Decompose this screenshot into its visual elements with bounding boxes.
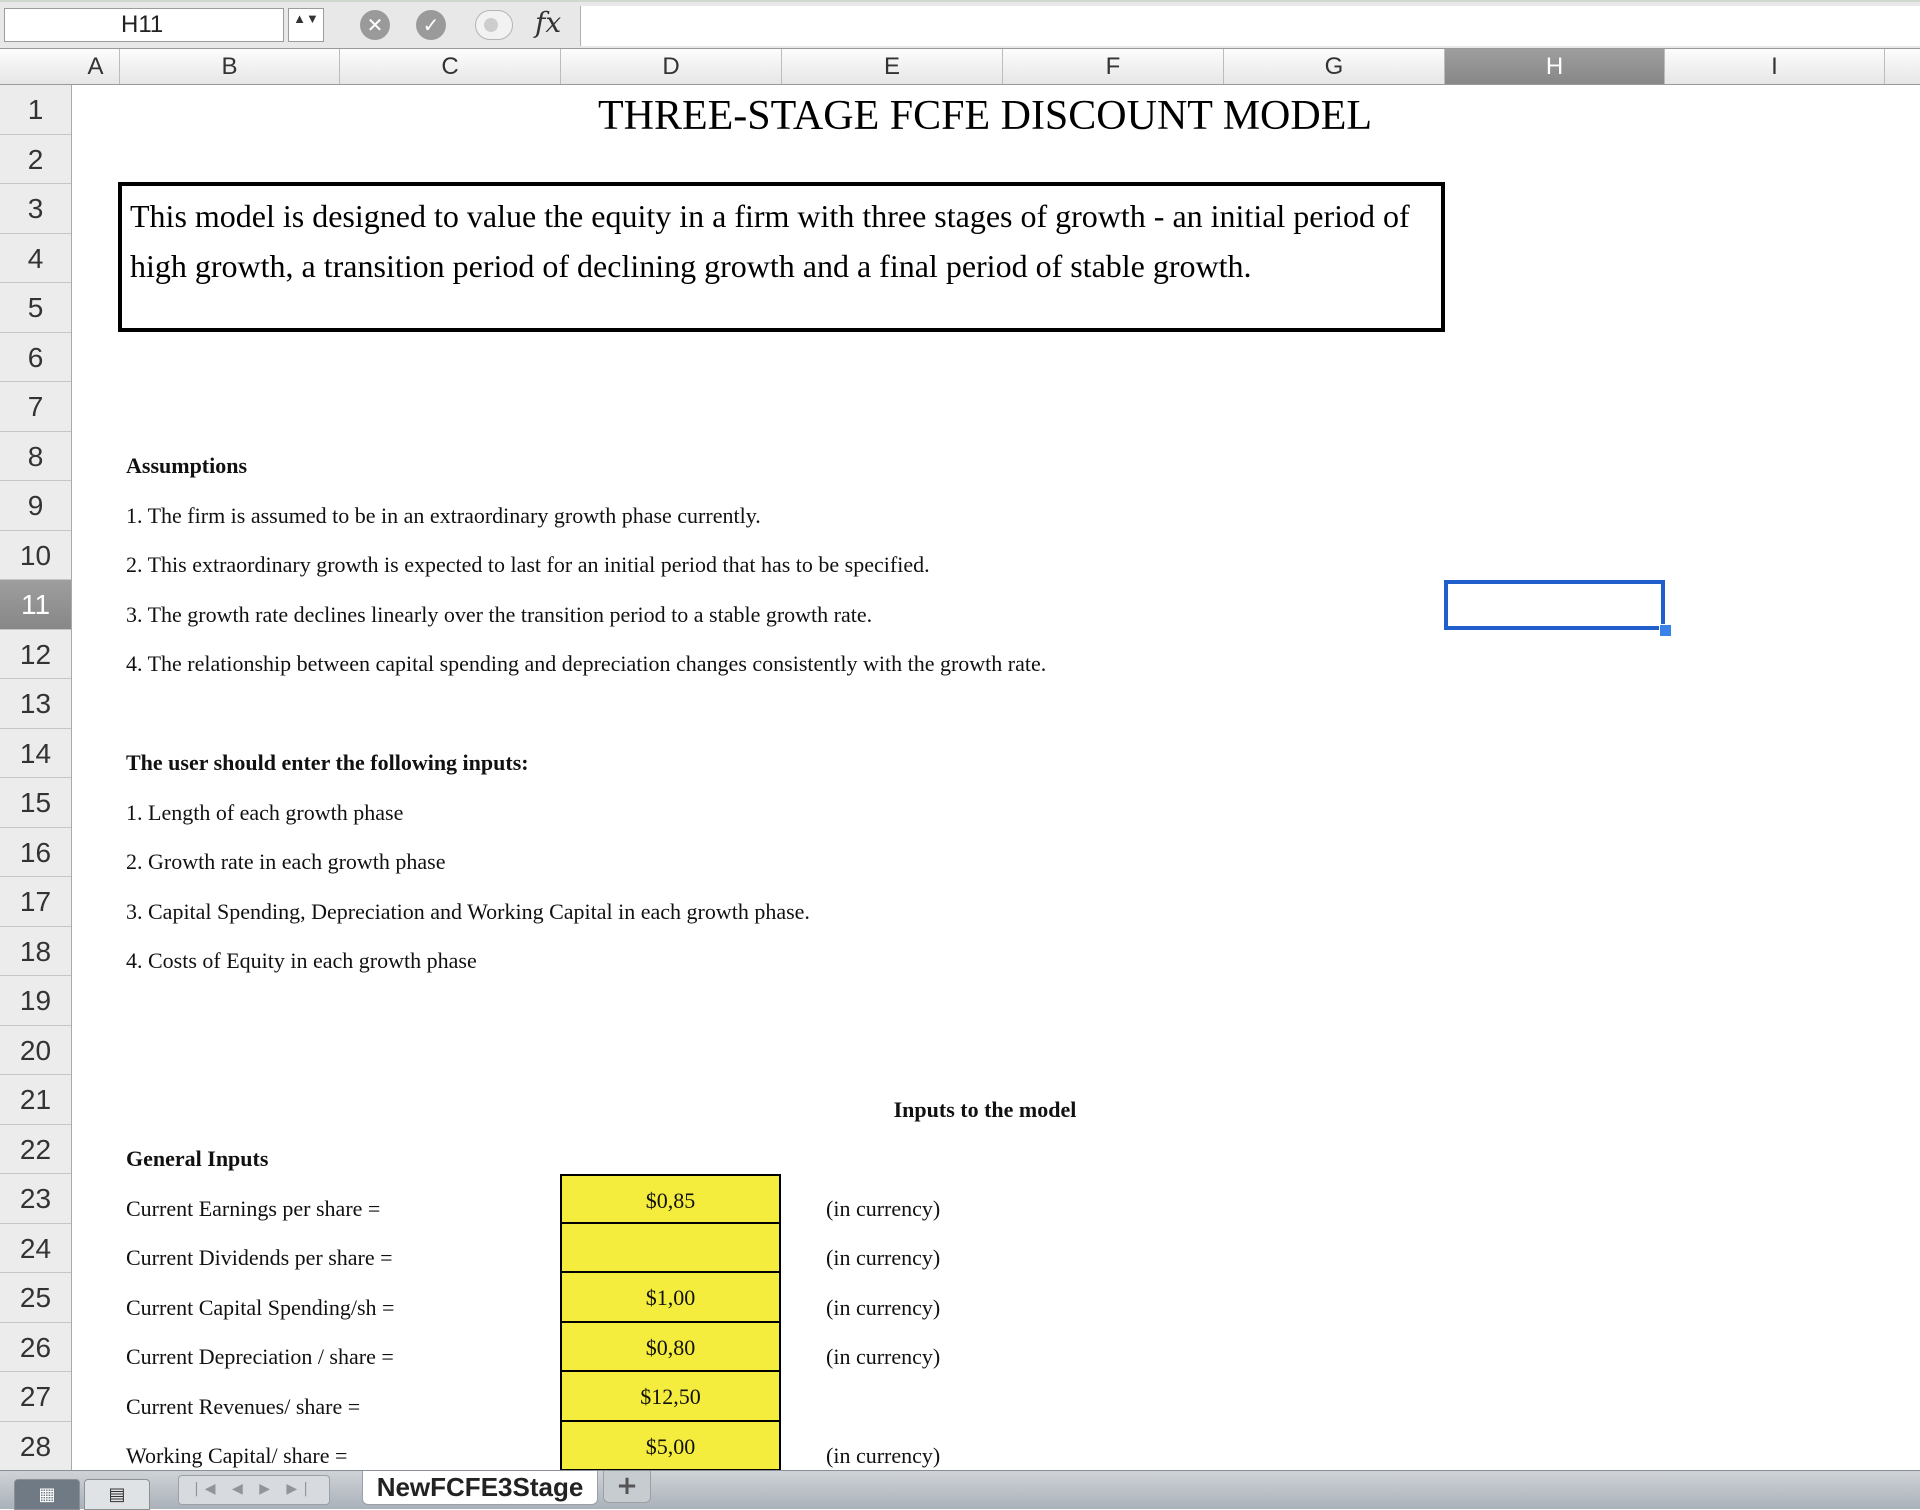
inputs-instructions-heading: The user should enter the following inpu… xyxy=(126,750,529,775)
row-header[interactable]: 16 xyxy=(0,828,71,877)
formula-bar: H11 ▲▼ ✕ ✓ fx xyxy=(0,0,1920,49)
input-instruction-item: 2. Growth rate in each growth phase xyxy=(126,849,446,874)
input-instruction-item: 4. Costs of Equity in each growth phase xyxy=(126,948,477,973)
normal-view-button[interactable]: ▦ xyxy=(14,1479,80,1510)
assumption-item: 2. This extraordinary growth is expected… xyxy=(126,552,930,577)
assumption-item: 4. The relationship between capital spen… xyxy=(126,651,1047,676)
assumption-item: 3. The growth rate declines linearly ove… xyxy=(126,602,873,627)
cell-grid[interactable]: THREE-STAGE FCFE DISCOUNT MODEL This mod… xyxy=(72,85,1920,1470)
input-cell-dividends[interactable] xyxy=(560,1223,781,1273)
row-header[interactable]: 3 xyxy=(0,184,71,234)
input-cell-capital-spending[interactable]: $1,00 xyxy=(560,1273,781,1323)
name-box-dropdown-icon[interactable]: ▲▼ xyxy=(288,8,324,42)
row-header-bar: 1 2 3 4 5 6 7 8 9 10 11 12 13 14 15 16 1… xyxy=(0,85,72,1470)
general-inputs-heading: General Inputs xyxy=(126,1146,269,1171)
row-header[interactable]: 20 xyxy=(0,1026,71,1075)
row-header[interactable]: 8 xyxy=(0,432,71,481)
row-header[interactable]: 17 xyxy=(0,877,71,927)
row-header[interactable]: 15 xyxy=(0,778,71,828)
row-header[interactable]: 7 xyxy=(0,382,71,432)
row-header[interactable]: 6 xyxy=(0,333,71,382)
row-header-selected[interactable]: 11 xyxy=(0,580,71,630)
name-box[interactable]: H11 xyxy=(4,8,284,42)
input-label-capital-spending: Current Capital Spending/sh = xyxy=(126,1295,395,1320)
unit-label: (in currency) xyxy=(826,1196,941,1221)
input-cell-depreciation[interactable]: $0,80 xyxy=(560,1322,781,1372)
description-text: This model is designed to value the equi… xyxy=(130,198,1410,284)
row-header[interactable]: 10 xyxy=(0,531,71,580)
description-box[interactable]: This model is designed to value the equi… xyxy=(118,182,1445,332)
unit-label: (in currency) xyxy=(826,1344,941,1369)
confirm-icon[interactable]: ✓ xyxy=(416,10,446,40)
assumptions-heading: Assumptions xyxy=(126,453,248,478)
input-label-earnings: Current Earnings per share = xyxy=(126,1196,381,1221)
column-header-e[interactable]: E xyxy=(782,49,1003,84)
cancel-icon[interactable]: ✕ xyxy=(360,10,390,40)
row-header[interactable]: 22 xyxy=(0,1125,71,1174)
input-label-revenues: Current Revenues/ share = xyxy=(126,1394,361,1419)
fx-icon[interactable]: fx xyxy=(535,6,561,39)
assumption-item: 1. The firm is assumed to be in an extra… xyxy=(126,503,761,528)
input-cell-revenues[interactable]: $12,50 xyxy=(560,1372,781,1422)
input-label-dividends: Current Dividends per share = xyxy=(126,1245,393,1270)
input-label-depreciation: Current Depreciation / share = xyxy=(126,1344,394,1369)
formula-input[interactable] xyxy=(580,6,1920,46)
input-cell-earnings[interactable]: $0,85 xyxy=(560,1174,781,1224)
row-header[interactable]: 27 xyxy=(0,1372,71,1422)
row-header[interactable]: 18 xyxy=(0,927,71,976)
row-header[interactable]: 9 xyxy=(0,481,71,531)
circle-icon xyxy=(484,18,498,32)
row-header[interactable]: 26 xyxy=(0,1323,71,1372)
column-header-f[interactable]: F xyxy=(1003,49,1224,84)
column-header-c[interactable]: C xyxy=(340,49,561,84)
column-header-a[interactable]: A xyxy=(72,49,120,84)
unit-label: (in currency) xyxy=(826,1443,941,1468)
row-header[interactable]: 25 xyxy=(0,1273,71,1323)
inputs-to-model-heading: Inputs to the model xyxy=(893,1097,1077,1122)
insert-function-button[interactable] xyxy=(475,10,513,40)
column-header-d[interactable]: D xyxy=(561,49,782,84)
sheet-navigation-arrows[interactable]: |◀ ◀ ▶ ▶| xyxy=(178,1475,330,1505)
model-title: THREE-STAGE FCFE DISCOUNT MODEL xyxy=(597,93,1373,139)
add-sheet-button[interactable]: + xyxy=(603,1471,651,1503)
input-instruction-item: 1. Length of each growth phase xyxy=(126,800,404,825)
input-cell-working-capital[interactable]: $5,00 xyxy=(560,1421,781,1470)
input-instruction-item: 3. Capital Spending, Depreciation and Wo… xyxy=(126,899,810,924)
row-header[interactable]: 5 xyxy=(0,283,71,333)
fill-handle[interactable] xyxy=(1659,624,1672,637)
row-header[interactable]: 13 xyxy=(0,679,71,729)
column-header-h[interactable]: H xyxy=(1445,49,1665,84)
row-header[interactable]: 12 xyxy=(0,630,71,679)
row-header[interactable]: 2 xyxy=(0,135,71,184)
row-header[interactable]: 21 xyxy=(0,1075,71,1125)
sheet-tab-newfcfe3stage[interactable]: NewFCFE3Stage xyxy=(362,1471,598,1505)
column-header-g[interactable]: G xyxy=(1224,49,1445,84)
column-header-bar: A B C D E F G H I xyxy=(0,49,1920,85)
selected-cell-h11[interactable] xyxy=(1444,580,1665,630)
row-header[interactable]: 28 xyxy=(0,1422,71,1471)
row-header[interactable]: 19 xyxy=(0,976,71,1026)
page-layout-view-button[interactable]: ▤ xyxy=(84,1479,150,1510)
unit-label: (in currency) xyxy=(826,1295,941,1320)
input-label-working-capital: Working Capital/ share = xyxy=(126,1443,348,1468)
row-header[interactable]: 23 xyxy=(0,1174,71,1224)
row-header[interactable]: 4 xyxy=(0,234,71,283)
row-header[interactable]: 1 xyxy=(0,85,71,135)
column-header-i[interactable]: I xyxy=(1665,49,1885,84)
sheet-tab-bar: ▦ ▤ |◀ ◀ ▶ ▶| NewFCFE3Stage + xyxy=(0,1470,1920,1510)
row-header[interactable]: 14 xyxy=(0,729,71,778)
column-header-b[interactable]: B xyxy=(120,49,340,84)
row-header[interactable]: 24 xyxy=(0,1224,71,1273)
unit-label: (in currency) xyxy=(826,1245,941,1270)
